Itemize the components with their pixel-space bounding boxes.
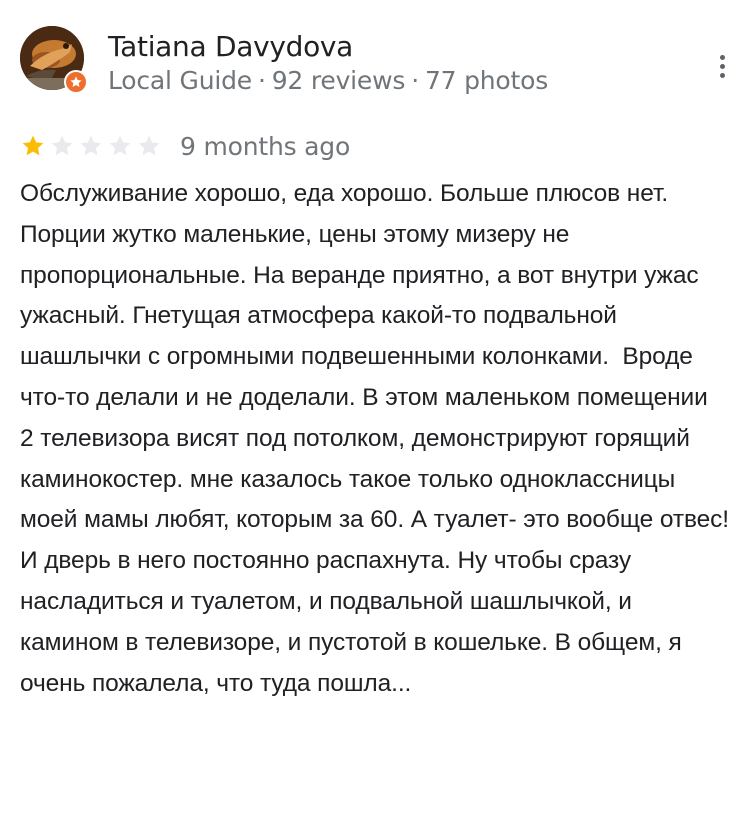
meta-separator: · bbox=[411, 66, 419, 95]
star-filled-icon bbox=[22, 135, 44, 156]
star-empty-icon bbox=[51, 135, 73, 156]
star-rating bbox=[20, 133, 162, 159]
photo-count: 77 photos bbox=[424, 66, 549, 95]
reviewer-name[interactable]: Tatiana Davydova bbox=[108, 30, 353, 64]
review-text: Обслуживание хорошо, еда хорошо. Больше … bbox=[20, 180, 736, 697]
star-empty-icon bbox=[138, 135, 160, 156]
local-guide-badge-icon bbox=[64, 70, 88, 94]
review-header: Tatiana Davydova Local Guide · 92 reviews ·… bbox=[20, 26, 734, 96]
reviewer-meta: Local Guide · 92 reviews · 77 photos bbox=[108, 66, 548, 96]
review-count: 92 reviews bbox=[271, 66, 406, 95]
star-empty-icon bbox=[80, 135, 102, 156]
local-guide-label: Local Guide bbox=[108, 66, 252, 95]
meta-separator: · bbox=[257, 66, 266, 95]
more-vert-icon[interactable] bbox=[712, 48, 732, 84]
review-date: 9 months ago bbox=[180, 131, 351, 161]
review-card: Tatiana Davydova Local Guide · 92 reviews ·… bbox=[0, 0, 754, 820]
rating-row: 9 months ago bbox=[20, 128, 350, 164]
star-empty-icon bbox=[109, 135, 131, 156]
